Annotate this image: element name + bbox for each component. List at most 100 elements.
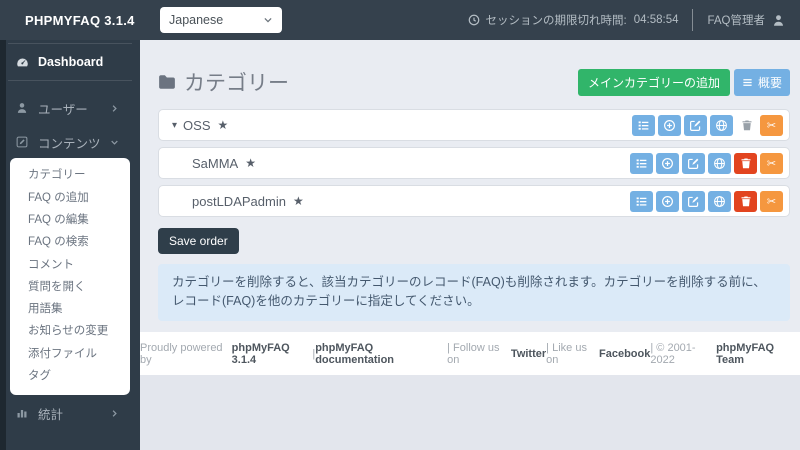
sidebar-item-content[interactable]: コンテンツ: [14, 130, 130, 154]
sidebar-item-users[interactable]: ユーザー: [14, 96, 130, 120]
submenu-item-glossary[interactable]: 用語集: [10, 304, 130, 316]
footer-link-team[interactable]: phpMyFAQ Team: [716, 342, 800, 366]
sidebar-item-dashboard[interactable]: Dashboard: [14, 50, 130, 74]
main-content: カテゴリー メインカテゴリーの追加 概要 ▾ OSS ★ ✂ SaMMA ★ ✂…: [140, 40, 800, 450]
sidebar-divider: [8, 43, 132, 44]
delete-category-button[interactable]: [734, 190, 757, 212]
sidebar-item-label: 統計: [38, 407, 64, 422]
chevron-right-icon: [106, 409, 122, 418]
footer-link-documentation[interactable]: phpMyFAQ documentation: [315, 342, 447, 366]
session-expiry-time: 04:58:54: [633, 14, 679, 26]
translate-category-button[interactable]: [708, 190, 731, 212]
chevron-right-icon: [106, 104, 122, 113]
translate-category-button[interactable]: [710, 114, 733, 136]
submenu-item-tags[interactable]: タグ: [10, 371, 130, 383]
delete-category-button[interactable]: [734, 152, 757, 174]
user-avatar-icon[interactable]: [772, 14, 785, 27]
add-subcategory-button[interactable]: [656, 190, 679, 212]
cut-category-button[interactable]: ✂: [760, 152, 783, 174]
cut-category-button[interactable]: ✂: [760, 190, 783, 212]
star-icon: ★: [292, 194, 304, 208]
sidebar-divider: [8, 80, 132, 81]
edit-icon: [687, 195, 700, 208]
list-alt-icon: [637, 119, 650, 132]
submenu-item-search-faq[interactable]: FAQ の検索: [10, 237, 130, 249]
plus-circle-icon: [661, 195, 674, 208]
language-select[interactable]: Japanese: [160, 7, 282, 33]
edit-category-button[interactable]: [682, 152, 705, 174]
save-order-button[interactable]: Save order: [158, 228, 239, 254]
chevron-down-icon: [263, 15, 273, 25]
sidebar: Dashboard ユーザー コンテンツ カテゴリー FAQ の追加 FAQ の…: [0, 40, 140, 450]
page-background: [140, 375, 800, 450]
footer-text: | Like us on: [546, 341, 587, 366]
submenu-item-edit-faq[interactable]: FAQ の編集: [10, 214, 130, 227]
category-detail-button[interactable]: [632, 114, 655, 136]
category-detail-button[interactable]: [630, 190, 653, 212]
footer: Proudly powered by phpMyFAQ 3.1.4 | phpM…: [140, 332, 800, 375]
overview-button-label: 概要: [757, 75, 782, 90]
scissors-icon: ✂: [766, 157, 777, 170]
pen-square-icon: [14, 136, 30, 148]
footer-link-twitter[interactable]: Twitter: [511, 348, 546, 360]
globe-icon: [713, 195, 726, 208]
add-subcategory-button[interactable]: [658, 114, 681, 136]
overview-button[interactable]: 概要: [733, 68, 790, 96]
logged-in-user[interactable]: FAQ管理者: [707, 12, 765, 28]
app-brand: PHPMYFAQ 3.1.4: [25, 12, 135, 28]
edit-icon: [689, 119, 702, 132]
plus-circle-icon: [663, 119, 676, 132]
footer-link-facebook[interactable]: Facebook: [599, 348, 650, 360]
edit-icon: [687, 157, 700, 170]
category-row[interactable]: SaMMA ★ ✂: [158, 147, 790, 179]
user-icon: [14, 102, 30, 114]
footer-link-phpmyfaq[interactable]: phpMyFAQ 3.1.4: [232, 342, 313, 366]
star-icon: ★: [245, 156, 256, 170]
clock-icon: [468, 14, 480, 26]
caret-down-icon[interactable]: ▾: [172, 120, 177, 131]
category-actions: ✂: [627, 152, 789, 174]
submenu-item-categories[interactable]: カテゴリー: [10, 170, 130, 182]
sidebar-item-statistics[interactable]: 統計: [14, 401, 130, 425]
category-detail-button[interactable]: [630, 152, 653, 174]
page-header: カテゴリー メインカテゴリーの追加 概要: [158, 66, 790, 98]
footer-text: | © 2001-2022: [650, 341, 696, 366]
list-alt-icon: [635, 195, 648, 208]
footer-text: | Follow us on: [447, 341, 500, 366]
globe-icon: [713, 157, 726, 170]
topbar-right: セッションの期限切れ時間: 04:58:54 FAQ管理者: [468, 0, 785, 40]
list-alt-icon: [635, 157, 648, 170]
sidebar-item-label: コンテンツ: [38, 136, 101, 151]
cut-category-button[interactable]: ✂: [760, 114, 783, 136]
add-main-category-button[interactable]: メインカテゴリーの追加: [577, 68, 730, 96]
submenu-item-add-faq[interactable]: FAQ の追加: [10, 192, 130, 205]
submenu-item-attachments[interactable]: 添付ファイル: [10, 348, 130, 361]
submenu-item-open-questions[interactable]: 質問を開く: [10, 281, 130, 294]
plus-circle-icon: [661, 157, 674, 170]
content-submenu: カテゴリー FAQ の追加 FAQ の編集 FAQ の検索 コメント 質問を開く…: [10, 158, 130, 395]
page-title: カテゴリー: [184, 72, 289, 95]
topbar-divider: [692, 9, 694, 31]
translate-category-button[interactable]: [708, 152, 731, 174]
category-name: OSS: [183, 117, 211, 133]
edit-category-button[interactable]: [682, 190, 705, 212]
trash-icon: [740, 157, 752, 169]
scissors-icon: ✂: [766, 119, 777, 132]
add-subcategory-button[interactable]: [656, 152, 679, 174]
delete-warning-alert: カテゴリーを削除すると、該当カテゴリーのレコード(FAQ)も削除されます。カテゴ…: [158, 264, 790, 321]
submenu-item-comments[interactable]: コメント: [10, 259, 130, 272]
sidebar-item-label: Dashboard: [38, 55, 104, 69]
edit-category-button[interactable]: [684, 114, 707, 136]
category-row[interactable]: postLDAPadmin ★ ✂: [158, 185, 790, 217]
language-select-value: Japanese: [169, 13, 224, 27]
trash-icon: [741, 119, 753, 131]
category-row[interactable]: ▾ OSS ★ ✂: [158, 109, 790, 141]
session-expiry-label: セッションの期限切れ時間:: [485, 15, 627, 27]
phpmyfaq-admin-page: { "topbar": { "brand": "PHPMYFAQ 3.1.4",…: [0, 0, 800, 450]
bar-chart-icon: [14, 407, 30, 419]
category-actions: ✂: [627, 190, 789, 212]
trash-icon: [740, 195, 752, 207]
submenu-item-news[interactable]: お知らせの変更: [10, 326, 130, 338]
list-icon: [742, 77, 753, 88]
delete-category-button-disabled: [737, 119, 757, 131]
